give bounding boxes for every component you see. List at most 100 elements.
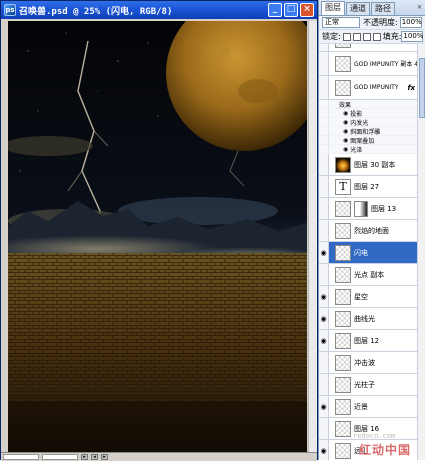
layer-name: 光点 副本 xyxy=(354,270,385,279)
scroll-left-icon[interactable]: ◂ xyxy=(91,454,98,460)
layer-row[interactable]: 图层 30 副本 xyxy=(319,154,417,176)
maximize-button[interactable]: □ xyxy=(284,3,298,17)
document-title-bar[interactable]: ps 召唤兽.psd @ 25% (闪电, RGB/8) _ □ × xyxy=(1,1,317,19)
visibility-eye-icon[interactable] xyxy=(319,198,329,219)
layer-row[interactable]: ◉ 星空 xyxy=(319,286,417,308)
watermark-logo: 红动中国 xyxy=(359,443,412,457)
layer-name: 冲击波 xyxy=(354,358,375,367)
status-menu-arrow-icon[interactable]: ▸ xyxy=(81,454,88,460)
effect-visibility-eye-icon[interactable] xyxy=(319,100,329,108)
layer-name: 星空 xyxy=(354,292,368,301)
effect-visibility-eye-icon[interactable] xyxy=(319,109,329,117)
visibility-eye-icon[interactable] xyxy=(319,220,329,241)
layer-thumbnail xyxy=(335,310,351,327)
layer-name: 烈焰的地面 xyxy=(354,226,389,235)
effect-visibility-eye-icon[interactable] xyxy=(319,145,329,153)
lock-position-icon[interactable] xyxy=(362,32,371,41)
tab-channels[interactable]: 通道 xyxy=(346,2,370,15)
visibility-eye-icon[interactable] xyxy=(319,264,329,285)
layer-thumbnail xyxy=(335,266,351,283)
effect-eye-icon: ◉ xyxy=(343,109,349,117)
document-canvas[interactable] xyxy=(8,21,307,452)
visibility-eye-icon[interactable]: ◉ xyxy=(319,396,329,417)
layer-thumbnail xyxy=(335,354,351,371)
tab-layers[interactable]: 图层 xyxy=(321,1,345,15)
visibility-eye-icon[interactable] xyxy=(319,52,329,75)
layer-row[interactable]: ◉ 闪电 xyxy=(319,242,417,264)
visibility-eye-icon[interactable] xyxy=(319,44,329,51)
layer-name: 闪电 xyxy=(354,248,368,257)
blend-mode-select[interactable]: 正常 xyxy=(322,17,360,28)
layer-row[interactable]: 烈焰的地面 xyxy=(319,220,417,242)
layer-name: 图层 27 xyxy=(354,182,380,191)
effect-visibility-eye-icon[interactable] xyxy=(319,127,329,135)
visibility-eye-icon[interactable] xyxy=(319,176,329,197)
photoshop-document-icon: ps xyxy=(4,4,16,16)
layer-name: 曲线光 xyxy=(354,314,375,323)
panel-close-icon[interactable]: × xyxy=(415,3,424,12)
visibility-eye-icon[interactable] xyxy=(319,352,329,373)
lock-transparent-icon[interactable] xyxy=(342,32,351,41)
layer-list: GOD IMPUNITY 副本 4 GOD IMPUNITY 副本 4 GOD IM… xyxy=(319,44,417,460)
layer-row[interactable]: ◉ 投影 xyxy=(319,109,417,118)
layer-row[interactable]: ◉ 近景 xyxy=(319,396,417,418)
tab-paths[interactable]: 路径 xyxy=(371,2,395,15)
effect-eye-icon: ◉ xyxy=(343,118,349,126)
lock-image-icon[interactable] xyxy=(352,32,361,41)
layer-thumbnail xyxy=(335,200,351,217)
visibility-eye-icon[interactable]: ◉ xyxy=(319,286,329,307)
layer-row[interactable]: GOD IMPUNITY 副本 4 xyxy=(319,52,417,76)
visibility-eye-icon[interactable] xyxy=(319,418,329,439)
minimize-button[interactable]: _ xyxy=(268,3,282,17)
layer-row[interactable]: 效果 xyxy=(319,100,417,109)
visibility-eye-icon[interactable] xyxy=(319,374,329,395)
visibility-eye-icon[interactable]: ◉ xyxy=(319,330,329,351)
layer-thumbnail xyxy=(335,332,351,349)
layer-list-scrollbar[interactable] xyxy=(417,44,425,460)
layer-row[interactable]: ◉ 曲线光 xyxy=(319,308,417,330)
layer-effects-icon[interactable]: fx xyxy=(407,84,415,92)
layer-row[interactable]: 图层 13 xyxy=(319,198,417,220)
zoom-field[interactable] xyxy=(3,454,39,460)
layer-name: 光柱子 xyxy=(354,380,375,389)
effect-visibility-eye-icon[interactable] xyxy=(319,136,329,144)
scroll-right-icon[interactable]: ▸ xyxy=(101,454,108,460)
lock-label: 锁定: xyxy=(322,32,341,41)
layer-thumbnail xyxy=(335,442,351,459)
layer-thumbnail xyxy=(335,44,351,48)
visibility-eye-icon[interactable] xyxy=(319,76,329,99)
layer-row[interactable]: ◉ 图层 12 xyxy=(319,330,417,352)
layer-thumbnail xyxy=(335,79,351,96)
fill-input[interactable]: 100% xyxy=(401,31,423,42)
layer-thumbnail xyxy=(335,55,351,72)
layer-row[interactable]: 光柱子 xyxy=(319,374,417,396)
text-layer-icon: T xyxy=(335,178,351,195)
layer-thumbnail xyxy=(335,420,351,437)
layer-row[interactable]: ◉ 光泽 xyxy=(319,145,417,154)
layer-mask-thumbnail[interactable] xyxy=(354,200,368,217)
layer-row[interactable]: GOD IMPUNITY fx xyxy=(319,76,417,100)
lock-all-icon[interactable] xyxy=(372,32,381,41)
layer-name: 图层 12 xyxy=(354,336,380,345)
layer-row[interactable]: GOD IMPUNITY 副本 4 xyxy=(319,44,417,52)
layer-row[interactable]: ◉ 内发光 xyxy=(319,118,417,127)
effect-visibility-eye-icon[interactable] xyxy=(319,118,329,126)
layer-row[interactable]: ◉ 图案叠加 xyxy=(319,136,417,145)
layer-row[interactable]: ◉ 斜面和浮雕 xyxy=(319,127,417,136)
canvas-vertical-scrollbar[interactable] xyxy=(308,21,317,452)
scroll-thumb[interactable] xyxy=(419,58,425,118)
effect-name: 图案叠加 xyxy=(350,137,375,145)
visibility-eye-icon[interactable]: ◉ xyxy=(319,308,329,329)
opacity-input[interactable]: 100% xyxy=(399,17,422,28)
close-button[interactable]: × xyxy=(300,3,314,17)
layer-thumbnail xyxy=(335,398,351,415)
visibility-eye-icon[interactable]: ◉ xyxy=(319,242,329,263)
effect-name: 斜面和浮雕 xyxy=(350,128,381,136)
layer-row[interactable]: T 图层 27 xyxy=(319,176,417,198)
layer-row[interactable]: 冲击波 xyxy=(319,352,417,374)
visibility-eye-icon[interactable] xyxy=(319,154,329,175)
layer-row[interactable]: 光点 副本 xyxy=(319,264,417,286)
visibility-eye-icon[interactable]: ◉ xyxy=(319,440,329,460)
panel-tab-bar: 图层 通道 路径 × xyxy=(319,0,425,16)
layer-thumbnail xyxy=(335,156,351,173)
